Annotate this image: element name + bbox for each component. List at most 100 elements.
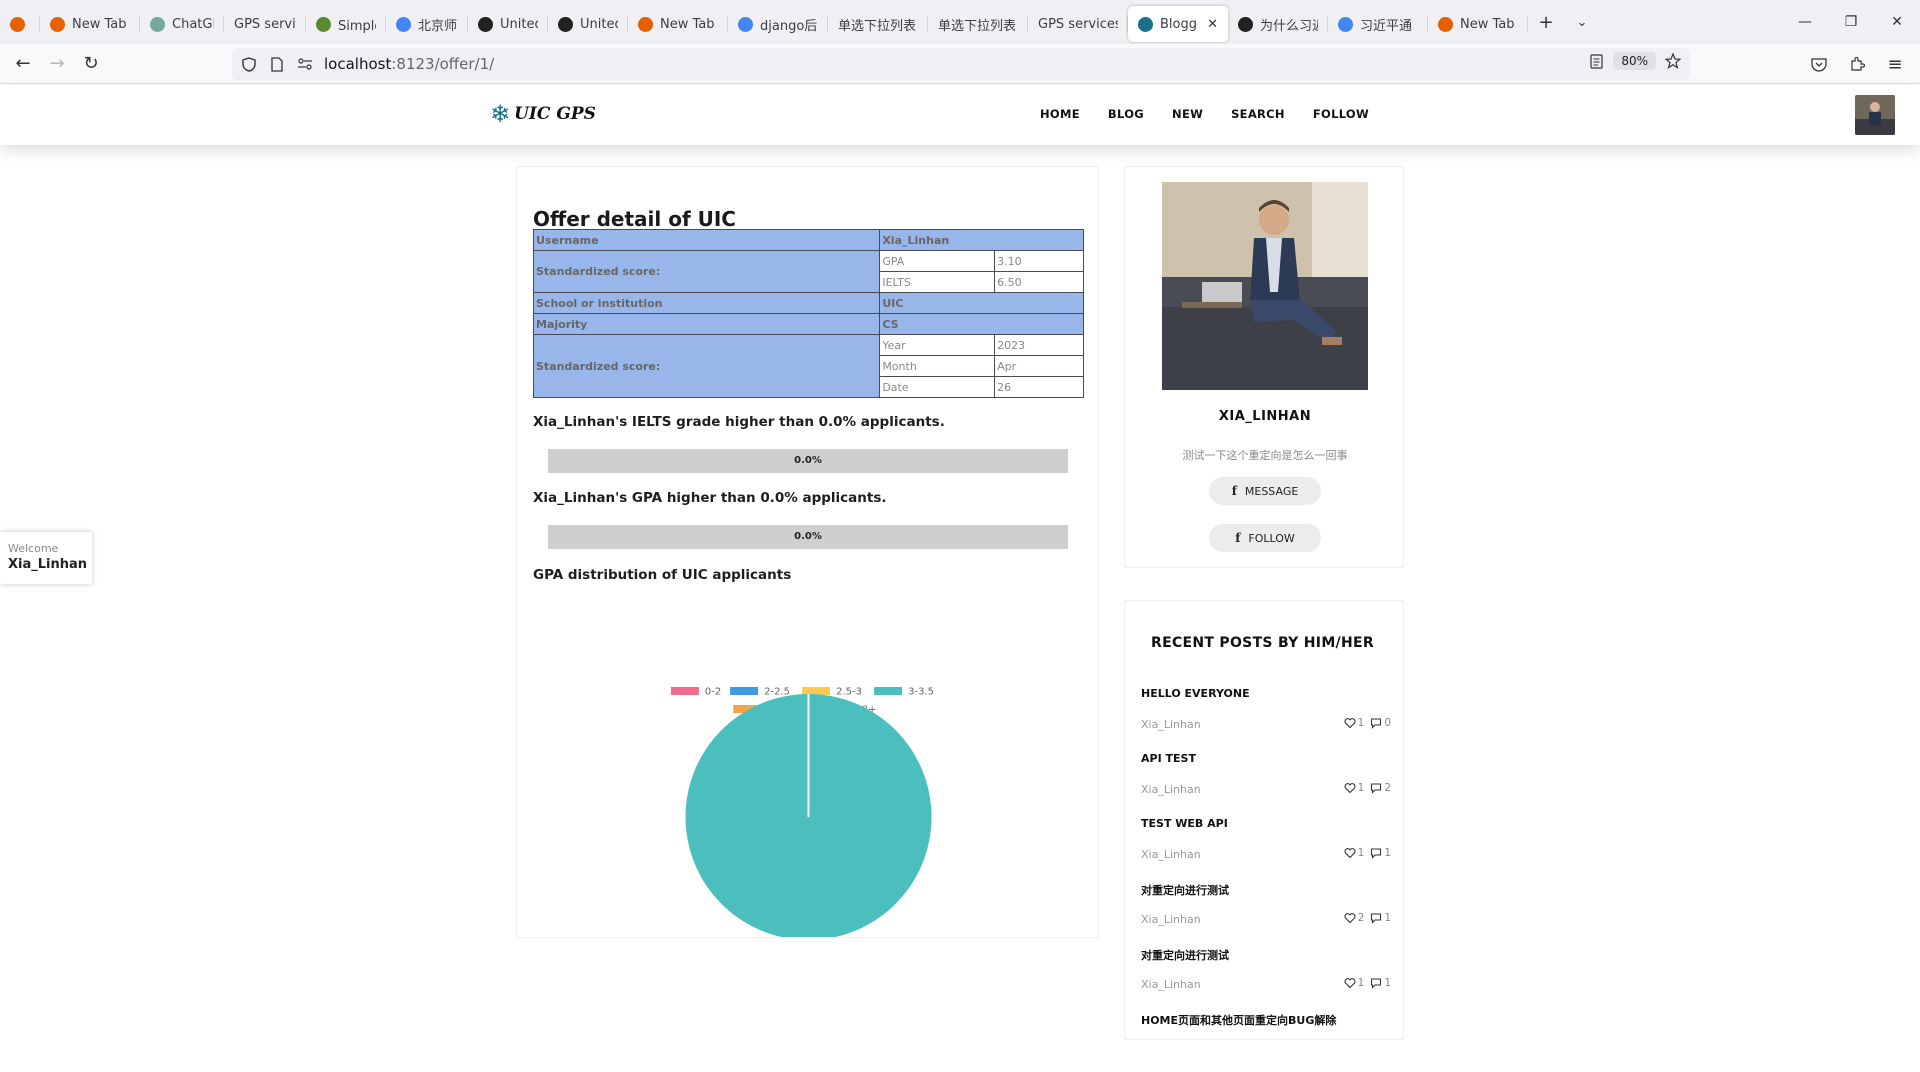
menu-home[interactable]: HOME xyxy=(1040,107,1080,121)
browser-tab[interactable]: 单选下拉列表 xyxy=(828,6,928,42)
heart-icon[interactable] xyxy=(1344,977,1356,989)
like-count: 1 xyxy=(1357,977,1365,989)
zoom-level-button[interactable]: 80% xyxy=(1613,52,1656,70)
table-row: Majority CS xyxy=(532,313,1084,335)
profile-card: XIA_LINHAN 测试一下这个重定向是怎么一回事 f MESSAGE f F… xyxy=(1124,166,1404,568)
browser-tab[interactable]: django后 xyxy=(728,6,828,42)
browser-tab[interactable]: New Tab xyxy=(1428,6,1528,42)
heart-icon[interactable] xyxy=(1344,782,1356,794)
comment-icon[interactable] xyxy=(1370,717,1382,729)
post-item[interactable]: TEST WEB API Xia_Linhan 1 1 xyxy=(1141,817,1391,877)
browser-tab[interactable]: 习近平通 xyxy=(1328,6,1428,42)
reload-button[interactable]: ↻ xyxy=(74,48,108,80)
url-text[interactable]: localhost:8123/offer/1/ xyxy=(324,55,494,73)
like-count: 2 xyxy=(1357,912,1365,924)
tab-title: 北京师范大 xyxy=(418,18,458,34)
post-title[interactable]: TEST WEB API xyxy=(1141,817,1228,830)
menu-icon[interactable]: ≡ xyxy=(1878,48,1912,80)
address-bar[interactable]: localhost:8123/offer/1/ 80% xyxy=(232,48,1690,80)
browser-tab[interactable]: Simple社 xyxy=(306,6,386,42)
forward-button[interactable]: → xyxy=(40,48,74,80)
close-window-button[interactable]: ✕ xyxy=(1874,0,1920,44)
comment-icon[interactable] xyxy=(1370,847,1382,859)
comment-icon[interactable] xyxy=(1370,912,1382,924)
new-tab-button[interactable]: + xyxy=(1528,4,1564,40)
post-item[interactable]: HOME页面和其他页面重定向BUG解除 xyxy=(1141,1012,1391,1072)
tab-favicon-icon xyxy=(396,16,411,32)
site-logo[interactable]: ❄ UIC GPS xyxy=(490,102,596,126)
browser-tab[interactable]: New Tab xyxy=(40,6,140,42)
ielts-value: 6.50 xyxy=(994,271,1084,293)
post-author[interactable]: Xia_Linhan xyxy=(1141,718,1201,731)
tab-title: Blogger xyxy=(1160,16,1198,32)
restore-button[interactable]: ❐ xyxy=(1828,0,1874,44)
post-item[interactable]: API TEST Xia_Linhan 1 2 xyxy=(1141,752,1391,812)
browser-tab[interactable] xyxy=(0,6,40,42)
post-author[interactable]: Xia_Linhan xyxy=(1141,848,1201,861)
bookmark-star-icon[interactable] xyxy=(1664,52,1682,70)
url-host: localhost xyxy=(324,55,392,73)
tab-title: Simple社 xyxy=(338,18,376,34)
follow-button-label: FOLLOW xyxy=(1248,531,1295,545)
back-button[interactable]: ← xyxy=(6,48,40,80)
shield-icon[interactable] xyxy=(240,55,258,73)
browser-tab[interactable]: United In xyxy=(468,6,548,42)
school-value: UIC xyxy=(879,292,1084,314)
post-item[interactable]: 对重定向进行测试 Xia_Linhan 1 1 xyxy=(1141,947,1391,1007)
browser-tab[interactable]: New Tab xyxy=(628,6,728,42)
tab-favicon-icon xyxy=(10,16,25,32)
menu-follow[interactable]: FOLLOW xyxy=(1313,107,1369,121)
browser-tab[interactable]: GPS services xyxy=(224,6,306,42)
tab-title: 为什么习近 xyxy=(1260,18,1318,34)
message-button[interactable]: f MESSAGE xyxy=(1209,477,1321,505)
tab-title: United In xyxy=(580,16,618,32)
month-label: Month xyxy=(879,355,996,377)
comment-count: 1 xyxy=(1384,977,1391,989)
comment-icon[interactable] xyxy=(1370,782,1382,794)
date-group-label: Standardized score: xyxy=(532,334,881,398)
welcome-label: Welcome xyxy=(8,542,59,555)
follow-button[interactable]: f FOLLOW xyxy=(1209,524,1321,552)
heart-icon[interactable] xyxy=(1344,717,1356,729)
gpa-distribution-pie-chart: 0-22-2.52.5-33-3.53.5-3.83.8+ xyxy=(670,687,934,937)
permissions-icon[interactable] xyxy=(296,55,314,73)
browser-tab[interactable]: GPS services xyxy=(1028,6,1128,42)
ielts-progress-label: 0.0% xyxy=(794,455,822,466)
post-title[interactable]: API TEST xyxy=(1141,752,1196,765)
message-button-label: MESSAGE xyxy=(1244,484,1299,498)
browser-tab[interactable]: 为什么习近 xyxy=(1228,6,1328,42)
post-title[interactable]: 对重定向进行测试 xyxy=(1141,882,1229,898)
menu-search[interactable]: SEARCH xyxy=(1231,107,1285,121)
list-all-tabs-button[interactable]: ⌄ xyxy=(1564,4,1600,40)
pocket-icon[interactable] xyxy=(1802,48,1836,80)
heart-icon[interactable] xyxy=(1344,912,1356,924)
browser-tab[interactable]: United In xyxy=(548,6,628,42)
post-item[interactable]: HELLO EVERYONE Xia_Linhan 1 0 xyxy=(1141,687,1391,747)
post-title[interactable]: HOME页面和其他页面重定向BUG解除 xyxy=(1141,1012,1336,1028)
browser-tab[interactable]: 单选下拉列表 xyxy=(928,6,1028,42)
menu-blog[interactable]: BLOG xyxy=(1108,107,1144,121)
browser-tab-active[interactable]: Blogger ✕ xyxy=(1128,6,1228,42)
browser-tab[interactable]: ChatGPT xyxy=(140,6,224,42)
post-author[interactable]: Xia_Linhan xyxy=(1141,783,1201,796)
tab-title: 单选下拉列表 xyxy=(838,18,917,34)
heart-icon[interactable] xyxy=(1344,847,1356,859)
legend-label: 2.5-3 xyxy=(836,687,862,698)
post-author[interactable]: Xia_Linhan xyxy=(1141,978,1201,991)
page-icon[interactable] xyxy=(268,55,286,73)
profile-name: XIA_LINHAN xyxy=(1218,409,1312,424)
tab-close-icon[interactable]: ✕ xyxy=(1207,17,1218,32)
post-item[interactable]: 对重定向进行测试 Xia_Linhan 2 1 xyxy=(1141,882,1391,942)
reader-view-icon[interactable] xyxy=(1587,52,1605,70)
ielts-label: IELTS xyxy=(879,271,996,293)
extensions-icon[interactable] xyxy=(1840,48,1874,80)
comment-icon[interactable] xyxy=(1370,977,1382,989)
minimize-button[interactable]: — xyxy=(1782,0,1828,44)
browser-tab[interactable]: 北京师范大 xyxy=(386,6,468,42)
post-title[interactable]: HELLO EVERYONE xyxy=(1141,687,1250,700)
post-title[interactable]: 对重定向进行测试 xyxy=(1141,947,1229,963)
page-title: Offer detail of UIC xyxy=(533,207,736,231)
post-author[interactable]: Xia_Linhan xyxy=(1141,913,1201,926)
menu-new[interactable]: NEW xyxy=(1172,107,1203,121)
user-avatar[interactable] xyxy=(1855,95,1895,135)
